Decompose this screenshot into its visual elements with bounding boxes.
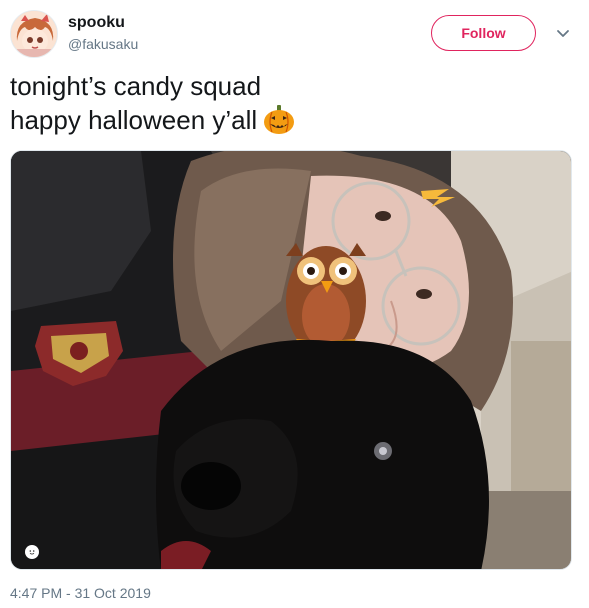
display-name[interactable]: spooku <box>68 13 138 33</box>
jack-o-lantern-icon <box>263 103 295 135</box>
tweet-text-line-2: happy halloween y’all <box>10 103 570 137</box>
smiley-icon <box>25 545 39 559</box>
user-handle[interactable]: @fakusaku <box>68 34 138 54</box>
tweet-text-line-2-text: happy halloween y’all <box>10 105 258 135</box>
selfie-photo <box>11 151 571 569</box>
tweet-text-line-1: tonight’s candy squad <box>10 71 262 101</box>
chevron-down-icon[interactable] <box>555 25 571 41</box>
follow-button[interactable]: Follow <box>431 15 536 51</box>
avatar[interactable] <box>10 10 58 58</box>
user-names: spooku @fakusaku <box>68 13 138 54</box>
tweet-photo[interactable] <box>10 150 572 570</box>
tweet-timestamp[interactable]: 4:47 PM - 31 Oct 2019 <box>10 584 151 602</box>
tweet-text: tonight’s candy squad happy halloween y’… <box>10 70 570 137</box>
tweet-header: spooku @fakusaku Follow <box>10 10 579 60</box>
avatar-illustration-icon <box>11 11 57 57</box>
